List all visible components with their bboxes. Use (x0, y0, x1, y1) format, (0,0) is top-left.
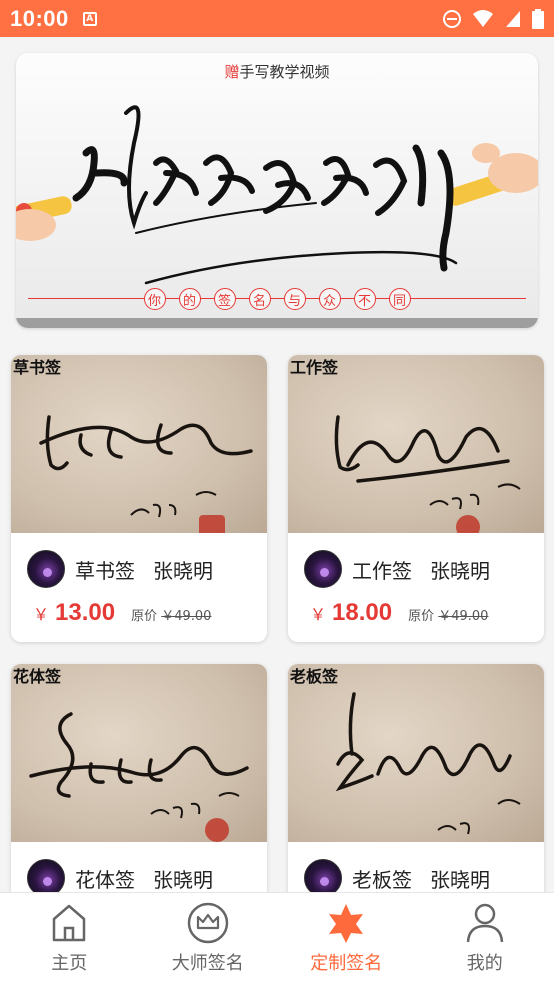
product-style: 花体签 (75, 867, 135, 892)
wifi-icon (473, 9, 493, 27)
original-price-value: ￥49.00 (438, 609, 489, 624)
slogan-char: 名 (248, 288, 271, 310)
original-price: 原价 ￥49.00 (131, 605, 211, 624)
original-price-label: 原价 (408, 609, 435, 624)
slogan-char: 不 (353, 288, 376, 310)
product-name: 张晓明 (430, 558, 490, 583)
price-row: ￥ 13.00 原价 ￥49.00 (33, 599, 211, 627)
product-style: 老板签 (352, 867, 412, 892)
slogan-char: 与 (283, 288, 306, 310)
currency-symbol: ￥ (33, 605, 50, 624)
product-card[interactable]: 草书签 草书签 张晓明 ￥ 13.00 原价 ￥49.00 (11, 355, 267, 642)
notification-icon: A (82, 11, 97, 26)
signature-artwork (335, 692, 521, 835)
slogan-char: 众 (318, 288, 341, 310)
avatar (27, 550, 65, 588)
nav-tab-home[interactable]: 主页 (0, 893, 139, 984)
signature-artwork (29, 712, 249, 842)
bottom-navigation: 主页 大师签名 定制签名 我的 (0, 892, 554, 984)
right-hand-pencil-illustration (446, 143, 538, 206)
signature-artwork (39, 415, 253, 533)
signature-sample-image: 老板签 (288, 664, 544, 842)
product-style: 工作签 (352, 558, 412, 583)
crown-icon (187, 901, 229, 945)
nav-label: 大师签名 (171, 953, 244, 974)
status-time: 10:00 (10, 5, 69, 31)
sale-price: 13.00 (55, 599, 116, 626)
product-name: 张晓明 (430, 867, 490, 892)
product-name: 张晓明 (153, 867, 213, 892)
home-icon (51, 901, 87, 945)
star-icon (326, 901, 366, 945)
status-icons (442, 8, 544, 29)
signature-style-watermark: 工作签 (290, 360, 339, 377)
nav-tab-profile[interactable]: 我的 (416, 893, 554, 984)
nav-tab-custom-signature[interactable]: 定制签名 (277, 893, 416, 984)
nav-tab-master-signature[interactable]: 大师签名 (139, 893, 278, 984)
banner-slogan: 你 的 签 名 与 众 不 同 (16, 287, 538, 311)
slogan-char: 同 (388, 288, 411, 310)
signature-style-watermark: 草书签 (13, 360, 62, 377)
slogan-char: 签 (213, 288, 236, 310)
signature-sample-image: 草书签 (11, 355, 267, 533)
promo-banner[interactable]: 赠手写教学视频 你 的 签 名 与 众 不 同 (16, 53, 538, 328)
signature-style-watermark: 花体签 (13, 669, 62, 686)
product-name: 张晓明 (153, 558, 213, 583)
signature-style-watermark: 老板签 (290, 669, 339, 686)
original-price-label: 原价 (131, 609, 158, 624)
original-price-value: ￥49.00 (161, 609, 212, 624)
nav-label: 定制签名 (310, 953, 383, 974)
slogan-char: 你 (143, 288, 166, 310)
banner-bottom-edge (16, 318, 538, 328)
signature-sample-image: 花体签 (11, 664, 267, 842)
profile-icon (465, 901, 505, 945)
sale-price: 18.00 (332, 599, 393, 626)
product-style: 草书签 (75, 558, 135, 583)
currency-symbol: ￥ (310, 605, 327, 624)
original-price: 原价 ￥49.00 (408, 605, 488, 624)
signal-icon (506, 10, 520, 27)
nav-label: 主页 (51, 953, 88, 974)
status-bar: 10:00 A (0, 0, 554, 37)
product-card[interactable]: 工作签 工作签 张晓明 ￥ 18.00 原价 ￥49.00 (288, 355, 544, 642)
signature-artwork (334, 415, 521, 533)
left-hand-pencil-illustration (16, 196, 72, 241)
nav-label: 我的 (466, 953, 503, 974)
do-not-disturb-icon (443, 9, 461, 28)
battery-icon (532, 8, 544, 29)
avatar (304, 550, 342, 588)
slogan-char: 的 (178, 288, 201, 310)
signature-sample-image: 工作签 (288, 355, 544, 533)
price-row: ￥ 18.00 原价 ￥49.00 (310, 599, 488, 627)
